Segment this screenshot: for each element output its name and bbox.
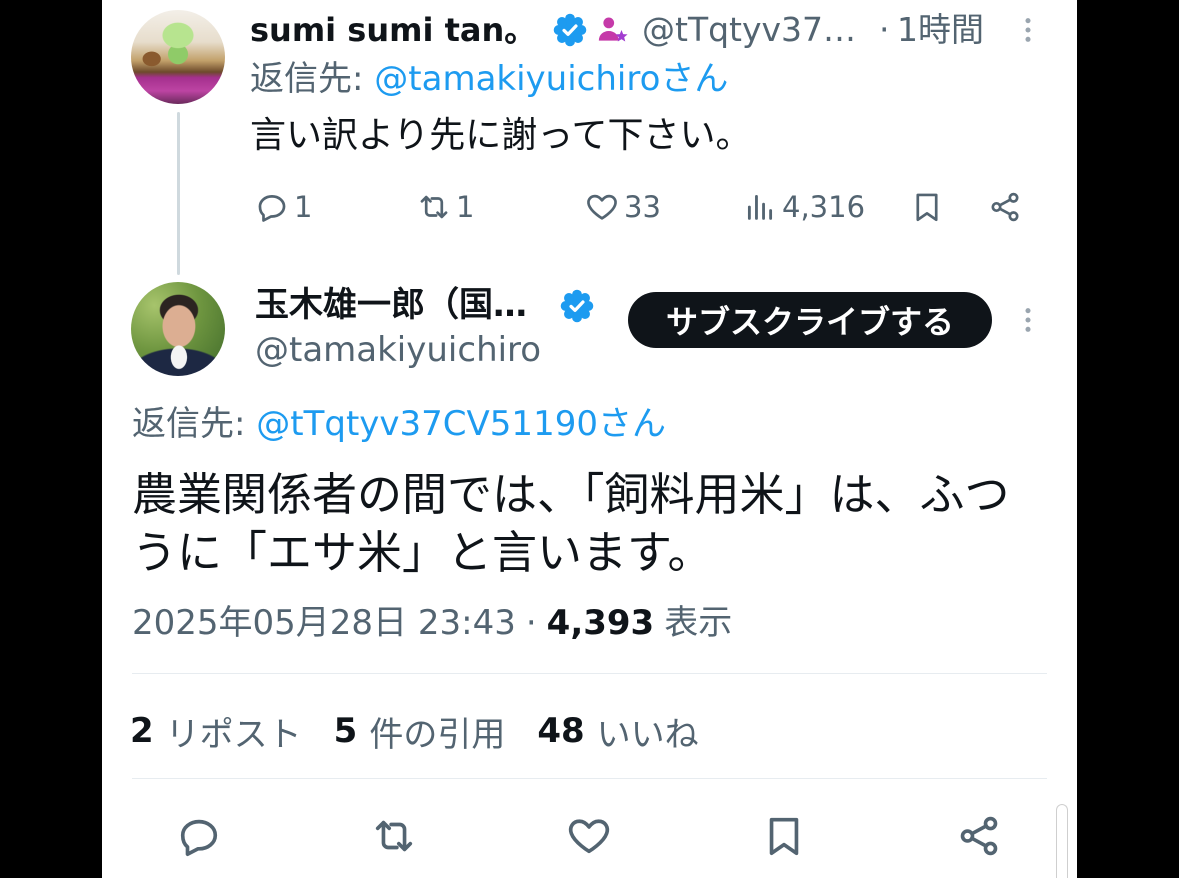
- verified-badge-icon: [553, 13, 587, 47]
- bookmark-icon: [916, 193, 938, 222]
- subscribe-button[interactable]: サブスクライブする: [628, 292, 992, 348]
- reply-to-mention[interactable]: @tTqtyv37CV51190さん: [256, 404, 666, 444]
- stat-count: 48: [537, 711, 585, 751]
- meta-separator: ·: [525, 603, 537, 643]
- reply-time-separator: ·: [879, 10, 890, 49]
- subscriber-badge-icon: [598, 17, 628, 42]
- reply-timestamp[interactable]: 1時間: [897, 10, 984, 50]
- bookmark-button[interactable]: [761, 813, 807, 859]
- stat-likes[interactable]: 48 いいね: [537, 707, 698, 756]
- views-icon: [747, 194, 773, 220]
- view-count: 4,393: [546, 603, 655, 643]
- verified-badge-icon: [560, 289, 594, 323]
- stat-count: 2: [130, 711, 154, 751]
- tweet-timestamp[interactable]: 2025年05月28日 23:43: [132, 602, 516, 644]
- repost-icon: [420, 195, 448, 219]
- repost-button[interactable]: [371, 813, 417, 859]
- bookmark-button[interactable]: [910, 187, 944, 227]
- thread-connector-line: [177, 112, 180, 275]
- more-icon[interactable]: [1012, 304, 1044, 336]
- reply-icon: [180, 819, 218, 857]
- divider: [132, 673, 1047, 674]
- stat-label: いいね: [596, 714, 699, 755]
- reply-text: 言い訳より先に謝って下さい。: [250, 115, 752, 156]
- like-button[interactable]: [566, 813, 612, 859]
- reply-author-avatar[interactable]: [131, 10, 225, 104]
- like-count: 33: [624, 190, 661, 224]
- reply-to-mention[interactable]: @tamakiyuichiroさん: [374, 59, 728, 99]
- stat-label: リポスト: [165, 714, 302, 755]
- reply-author-name[interactable]: sumi sumi tan。: [250, 10, 536, 50]
- reply-to-line: 返信先: @tTqtyv37CV51190さん: [132, 403, 666, 445]
- like-icon: [587, 194, 617, 220]
- reply-button[interactable]: 1: [255, 187, 312, 227]
- stat-reposts[interactable]: 2 リポスト: [130, 707, 302, 756]
- views-button[interactable]: 4,316: [743, 187, 865, 227]
- tweet-meta-line: 2025年05月28日 23:43 · 4,393 表示: [132, 602, 732, 644]
- stat-count: 5: [333, 711, 358, 751]
- bookmark-icon: [769, 817, 799, 856]
- repost-count: 1: [456, 190, 475, 224]
- main-author-handle[interactable]: @tamakiyuichiro: [255, 330, 541, 370]
- repost-icon: [375, 820, 413, 852]
- reply-author-handle[interactable]: @tTqtyv37…: [642, 10, 856, 50]
- main-author-avatar[interactable]: [131, 282, 225, 376]
- view-count-label: 表示: [664, 603, 733, 643]
- reply-count: 1: [294, 190, 313, 224]
- like-icon: [568, 819, 610, 854]
- views-count: 4,316: [782, 190, 866, 224]
- reply-button[interactable]: [176, 813, 222, 859]
- stat-label: 件の引用: [369, 714, 506, 755]
- reply-to-label: 返信先:: [132, 404, 246, 444]
- tweet-thread-panel: sumi sumi tan。 @tTqtyv37… · 1時間 返信先: @ta…: [102, 0, 1077, 878]
- share-button[interactable]: [988, 187, 1022, 227]
- reply-to-label: 返信先:: [250, 59, 364, 99]
- repost-button[interactable]: 1: [417, 187, 474, 227]
- more-icon[interactable]: [1012, 14, 1044, 46]
- divider: [132, 778, 1047, 779]
- share-button[interactable]: [956, 813, 1002, 859]
- stat-quotes[interactable]: 5 件の引用: [334, 707, 506, 756]
- main-author-name[interactable]: 玉木雄一郎（国…: [255, 285, 527, 325]
- share-icon: [991, 192, 1019, 222]
- scrollbar[interactable]: [1056, 804, 1068, 878]
- reply-icon: [258, 195, 286, 222]
- share-icon: [960, 816, 998, 856]
- like-button[interactable]: 33: [585, 187, 661, 227]
- engagement-stats: 2 リポスト 5 件の引用 48 いいね: [130, 710, 699, 755]
- reply-to-line: 返信先: @tamakiyuichiroさん: [250, 58, 728, 100]
- main-tweet-text: 農業関係者の間では、「飼料用米」は、ふつうに「エサ米」と言います。: [132, 468, 1010, 579]
